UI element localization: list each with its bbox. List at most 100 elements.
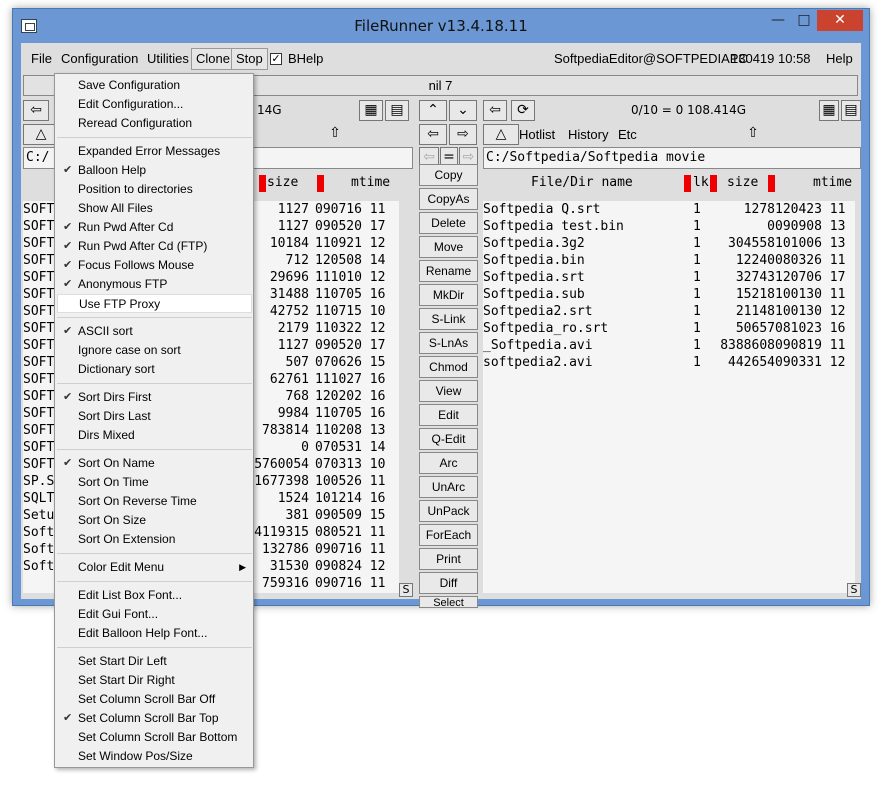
table-row[interactable]: Softpedia_ro.srt 1 50657 081023 16 xyxy=(483,320,855,337)
cmd-button-copy[interactable]: Copy xyxy=(419,164,478,186)
menu-item-set-column-scroll-bar-off[interactable]: Set Column Scroll Bar Off xyxy=(57,690,252,709)
menu-item-ascii-sort[interactable]: ✔ ASCII sort xyxy=(57,322,252,341)
menu-item-show-all-files[interactable]: Show All Files xyxy=(57,199,252,218)
right-up-icon[interactable]: ⇧ xyxy=(641,124,865,145)
cmd-button-edit[interactable]: Edit xyxy=(419,404,478,426)
menu-item-edit-balloon-help-font[interactable]: Edit Balloon Help Font... xyxy=(57,624,252,643)
hotlist-button[interactable]: Hotlist xyxy=(519,127,555,142)
right-list-icon[interactable]: ▤ xyxy=(841,100,861,121)
menu-item-save-configuration[interactable]: Save Configuration xyxy=(57,76,252,95)
cmd-button-move[interactable]: Move xyxy=(419,236,478,258)
cmd-button-print[interactable]: Print xyxy=(419,548,478,570)
right-col-marker[interactable] xyxy=(710,175,717,192)
menu-item-edit-configuration[interactable]: Edit Configuration... xyxy=(57,95,252,114)
table-row[interactable]: Softpedia.3g2 1 304558 101006 13 xyxy=(483,235,855,252)
cmd-button-s-lnas[interactable]: S-LnAs xyxy=(419,332,478,354)
right-col-marker[interactable] xyxy=(768,175,775,192)
cmd-button-copyas[interactable]: CopyAs xyxy=(419,188,478,210)
right-back-button[interactable]: ⇦ xyxy=(483,100,507,121)
menu-item-color-edit-menu[interactable]: Color Edit Menu ▶ xyxy=(57,558,252,577)
left-col-marker[interactable] xyxy=(317,175,324,192)
left-grid-icon[interactable]: ▦ xyxy=(359,100,383,121)
menu-item-reread-configuration[interactable]: Reread Configuration xyxy=(57,114,252,133)
menu-item-ignore-case-on-sort[interactable]: Ignore case on sort xyxy=(57,341,252,360)
right-col-name[interactable]: File/Dir name xyxy=(531,173,633,193)
menu-item-set-column-scroll-bar-bottom[interactable]: Set Column Scroll Bar Bottom xyxy=(57,728,252,747)
menu-help[interactable]: Help xyxy=(826,51,853,66)
cmd-button-foreach[interactable]: ForEach xyxy=(419,524,478,546)
cmd-button-unarc[interactable]: UnArc xyxy=(419,476,478,498)
right-col-size[interactable]: size xyxy=(727,173,758,193)
left-scroll-s[interactable]: S xyxy=(399,583,413,597)
sync-up-icon[interactable]: ⌃ xyxy=(419,100,447,121)
table-row[interactable]: Softpedia.sub 1 15218 100130 11 xyxy=(483,286,855,303)
table-row[interactable]: Softpedia.bin 1 12240 080326 11 xyxy=(483,252,855,269)
menu-item-dictionary-sort[interactable]: Dictionary sort xyxy=(57,360,252,379)
menu-item-run-pwd-after-cd-ftp[interactable]: ✔ Run Pwd After Cd (FTP) xyxy=(57,237,252,256)
menu-item-dirs-mixed[interactable]: Dirs Mixed xyxy=(57,426,252,445)
menu-item-run-pwd-after-cd[interactable]: ✔ Run Pwd After Cd xyxy=(57,218,252,237)
cmd-button-chmod[interactable]: Chmod xyxy=(419,356,478,378)
menu-item-set-start-dir-left[interactable]: Set Start Dir Left xyxy=(57,652,252,671)
menu-item-use-ftp-proxy[interactable]: Use FTP Proxy xyxy=(57,294,252,313)
minimize-button[interactable]: — xyxy=(765,10,791,31)
menu-item-sort-on-extension[interactable]: Sort On Extension xyxy=(57,530,252,549)
left-back-button[interactable]: ⇦ xyxy=(23,100,49,121)
right-refresh-icon[interactable]: ⟳ xyxy=(511,100,535,121)
right-file-list[interactable]: Softpedia Q.srt 1 1278 120423 11 Softpedia t… xyxy=(483,201,855,593)
copy-left-icon[interactable]: ⇦ xyxy=(419,124,447,145)
history-button[interactable]: History xyxy=(568,127,608,142)
right-path-field[interactable]: C:/Softpedia/Softpedia movie xyxy=(483,147,861,169)
maximize-button[interactable]: □ xyxy=(791,10,817,31)
menu-item-sort-on-size[interactable]: Sort On Size xyxy=(57,511,252,530)
right-col-lk[interactable]: lk xyxy=(693,173,709,193)
etc-button[interactable]: Etc xyxy=(618,127,637,142)
cmd-button-q-edit[interactable]: Q-Edit xyxy=(419,428,478,450)
cmd-button-s-link[interactable]: S-Link xyxy=(419,308,478,330)
menu-item-sort-on-reverse-time[interactable]: Sort On Reverse Time xyxy=(57,492,252,511)
cmd-button-delete[interactable]: Delete xyxy=(419,212,478,234)
right-network-icon[interactable]: △ xyxy=(483,124,519,145)
menu-item-edit-gui-font[interactable]: Edit Gui Font... xyxy=(57,605,252,624)
bhelp-checkbox[interactable]: ✓ xyxy=(270,53,282,65)
table-row[interactable]: _Softpedia.avi 1 8388608 090819 11 xyxy=(483,337,855,354)
right-col-mtime[interactable]: mtime xyxy=(813,173,852,193)
menu-item-edit-list-box-font[interactable]: Edit List Box Font... xyxy=(57,586,252,605)
menu-utilities[interactable]: Utilities xyxy=(147,51,189,66)
menu-file[interactable]: File xyxy=(31,51,52,66)
cmd-button-mkdir[interactable]: MkDir xyxy=(419,284,478,306)
menu-item-focus-follows-mouse[interactable]: ✔ Focus Follows Mouse xyxy=(57,256,252,275)
menu-item-sort-dirs-first[interactable]: ✔ Sort Dirs First xyxy=(57,388,252,407)
menu-item-sort-on-name[interactable]: ✔ Sort On Name xyxy=(57,454,252,473)
left-col-mtime[interactable]: mtime xyxy=(351,173,390,193)
menu-item-sort-on-time[interactable]: Sort On Time xyxy=(57,473,252,492)
menu-item-set-column-scroll-bar-top[interactable]: ✔ Set Column Scroll Bar Top xyxy=(57,709,252,728)
table-row[interactable]: Softpedia Q.srt 1 1278 120423 11 xyxy=(483,201,855,218)
cmd-button-view[interactable]: View xyxy=(419,380,478,402)
table-row[interactable]: Softpedia test.bin 1 0 090908 13 xyxy=(483,218,855,235)
left-up-icon[interactable]: ⇧ xyxy=(257,124,413,145)
right-grid-icon[interactable]: ▦ xyxy=(819,100,839,121)
menu-item-sort-dirs-last[interactable]: Sort Dirs Last xyxy=(57,407,252,426)
table-row[interactable]: softpedia2.avi 1 442654 090331 12 xyxy=(483,354,855,371)
right-col-marker[interactable] xyxy=(684,175,691,192)
title-bar[interactable]: FileRunner v13.4.18.11 — □ ✕ xyxy=(13,9,869,42)
table-row[interactable]: Softpedia2.srt 1 21148 100130 12 xyxy=(483,303,855,320)
menu-item-set-window-pos-size[interactable]: Set Window Pos/Size xyxy=(57,747,252,766)
menu-item-set-start-dir-right[interactable]: Set Start Dir Right xyxy=(57,671,252,690)
cmd-button-rename[interactable]: Rename xyxy=(419,260,478,282)
copy-right-icon[interactable]: ⇨ xyxy=(449,124,477,145)
cmd-button-select[interactable]: Select xyxy=(419,596,478,609)
menu-item-balloon-help[interactable]: ✔ Balloon Help xyxy=(57,161,252,180)
menu-configuration[interactable]: Configuration xyxy=(61,51,138,66)
close-button[interactable]: ✕ xyxy=(817,10,863,31)
sync-down-icon[interactable]: ⌄ xyxy=(449,100,477,121)
left-col-marker[interactable] xyxy=(259,175,266,192)
menu-item-position-to-directories[interactable]: Position to directories xyxy=(57,180,252,199)
cmd-button-arc[interactable]: Arc xyxy=(419,452,478,474)
menu-item-anonymous-ftp[interactable]: ✔ Anonymous FTP xyxy=(57,275,252,294)
left-list-icon[interactable]: ▤ xyxy=(385,100,409,121)
left-col-size[interactable]: size xyxy=(267,173,298,193)
cmd-button-unpack[interactable]: UnPack xyxy=(419,500,478,522)
clone-button[interactable]: Clone xyxy=(191,48,235,70)
